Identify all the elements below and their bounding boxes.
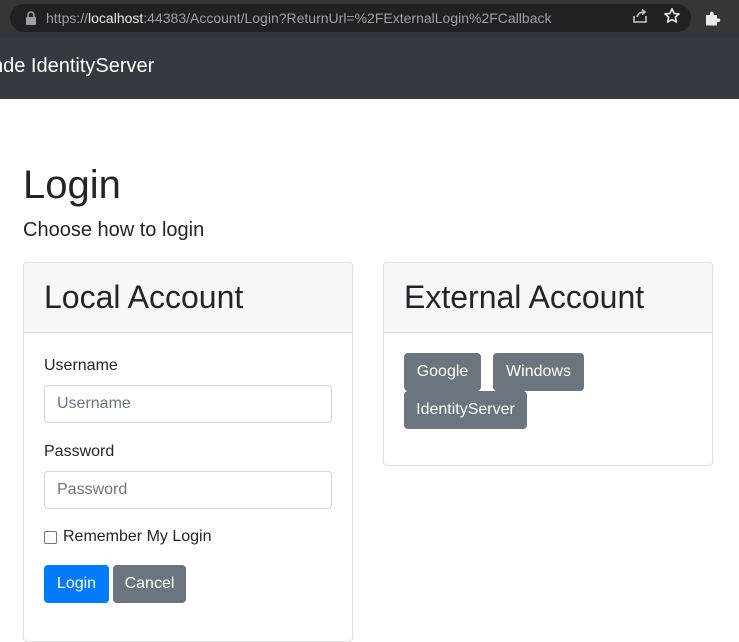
password-label: Password	[44, 443, 115, 460]
star-icon[interactable]	[663, 7, 681, 30]
remember-label: Remember My Login	[63, 528, 212, 545]
login-button[interactable]: Login	[44, 565, 109, 603]
local-account-header: Local Account	[24, 263, 352, 333]
url-scheme: https://	[46, 10, 89, 26]
google-login-button[interactable]: Google	[404, 353, 481, 391]
page-title: Login	[23, 163, 121, 207]
url-host: localhost	[88, 10, 144, 26]
browser-toolbar: https://localhost:44383/Account/Login?Re…	[0, 0, 739, 37]
windows-login-button[interactable]: Windows	[493, 353, 584, 391]
cancel-button[interactable]: Cancel	[113, 565, 186, 603]
url-text: https://localhost:44383/Account/Login?Re…	[46, 10, 551, 26]
external-account-card: External Account Google Windows Identity…	[383, 262, 713, 466]
password-input[interactable]	[44, 471, 332, 509]
external-account-title: External Account	[404, 279, 645, 315]
lock-icon[interactable]	[24, 10, 38, 26]
address-bar[interactable]: https://localhost:44383/Account/Login?Re…	[10, 4, 691, 32]
external-account-header: External Account	[384, 263, 712, 333]
local-account-card: Local Account Username Password Remember…	[23, 262, 353, 642]
share-icon[interactable]	[631, 7, 649, 30]
navbar: nde IdentityServer	[0, 37, 739, 99]
username-label: Username	[44, 357, 118, 374]
remember-login[interactable]: Remember My Login	[44, 528, 212, 546]
url-path: :44383/Account/Login?ReturnUrl=%2FExtern…	[143, 10, 552, 26]
navbar-brand[interactable]: nde IdentityServer	[0, 55, 154, 78]
username-input[interactable]	[44, 385, 332, 423]
extensions-icon[interactable]	[700, 7, 724, 31]
page-subtitle: Choose how to login	[23, 219, 205, 241]
local-account-title: Local Account	[44, 279, 244, 315]
identityserver-login-button[interactable]: IdentityServer	[404, 391, 527, 429]
remember-checkbox[interactable]	[44, 530, 57, 544]
